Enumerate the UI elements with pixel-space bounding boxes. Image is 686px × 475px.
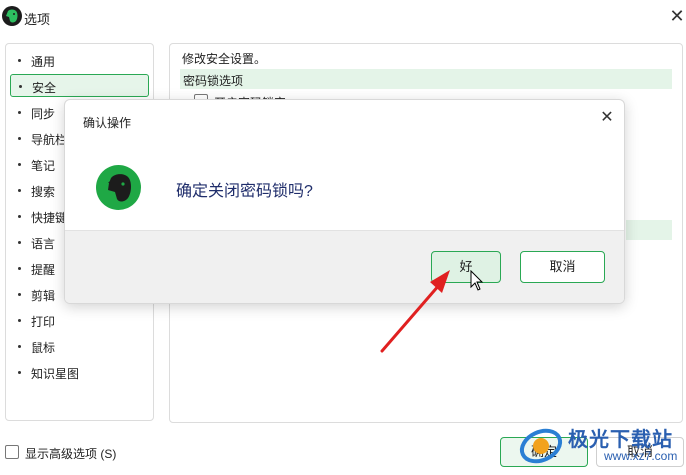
dialog-title: 确认操作 <box>83 116 132 130</box>
dialog-cancel-button[interactable]: 取消 <box>520 251 605 283</box>
watermark-brand: 极光下载站 <box>568 429 673 451</box>
watermark-logo-icon <box>519 428 563 464</box>
evernote-logo-icon <box>2 6 22 26</box>
sidebar-item-label: 同步 <box>31 107 56 121</box>
sidebar-item-general[interactable]: 通用 <box>10 49 148 71</box>
sidebar-item-label: 鼠标 <box>31 341 56 355</box>
bullet-icon <box>19 85 22 88</box>
watermark-url: www.xz7.com <box>604 449 678 463</box>
options-window: 选项 ✕ 通用 安全 同步 导航栏 笔记 搜索 快捷键 语言 提醒 剪辑 打印 … <box>0 0 686 475</box>
sidebar-item-label: 提醒 <box>31 263 56 277</box>
bullet-icon <box>18 241 21 244</box>
confirm-dialog: 确认操作 ✕ 确定关闭密码锁吗? 好 取消 <box>64 99 625 304</box>
bullet-icon <box>18 293 21 296</box>
show-advanced-checkbox[interactable] <box>5 445 19 459</box>
dialog-message: 确定关闭密码锁吗? <box>176 183 313 200</box>
show-advanced-label: 显示高级选项 (S) <box>25 447 117 461</box>
sidebar-item-knowledge-graph[interactable]: 知识星图 <box>10 361 148 383</box>
section-header-password-lock: 密码锁选项 <box>180 69 672 89</box>
red-arrow-icon <box>380 270 450 353</box>
sidebar-item-print[interactable]: 打印 <box>10 309 148 331</box>
sidebar-item-label: 快捷键 <box>31 211 68 225</box>
sidebar-item-label: 笔记 <box>31 159 56 173</box>
bullet-icon <box>18 267 21 270</box>
window-close-icon[interactable]: ✕ <box>668 7 686 25</box>
sidebar-item-security[interactable]: 安全 <box>10 74 149 97</box>
sidebar-item-label: 搜索 <box>31 185 56 199</box>
sidebar-item-label: 安全 <box>32 81 57 95</box>
bullet-icon <box>18 137 21 140</box>
sidebar-item-label: 剪辑 <box>31 289 56 303</box>
watermark: 极光下载站 www.xz7.com <box>518 419 686 475</box>
section-header-label: 密码锁选项 <box>183 74 244 88</box>
dialog-close-icon[interactable]: ✕ <box>599 110 615 126</box>
bullet-icon <box>18 59 21 62</box>
panel-heading: 修改安全设置。 <box>182 52 267 66</box>
sidebar-item-label: 通用 <box>31 55 56 69</box>
bullet-icon <box>18 215 21 218</box>
sidebar-item-label: 导航栏 <box>31 133 68 147</box>
bullet-icon <box>18 163 21 166</box>
bullet-icon <box>18 345 21 348</box>
bullet-icon <box>18 319 21 322</box>
sidebar-item-label: 打印 <box>31 315 56 329</box>
mouse-cursor-icon <box>470 270 484 291</box>
bullet-icon <box>18 371 21 374</box>
bullet-icon <box>18 111 21 114</box>
window-title: 选项 <box>24 12 51 27</box>
dialog-footer: 好 取消 <box>65 230 624 303</box>
title-bar: 选项 ✕ <box>0 0 686 34</box>
sidebar-item-label: 知识星图 <box>31 367 80 381</box>
evernote-elephant-icon <box>96 165 141 210</box>
bullet-icon <box>18 189 21 192</box>
sidebar-item-mouse[interactable]: 鼠标 <box>10 335 148 357</box>
sidebar-item-label: 语言 <box>31 237 56 251</box>
section-header-band <box>626 220 672 240</box>
